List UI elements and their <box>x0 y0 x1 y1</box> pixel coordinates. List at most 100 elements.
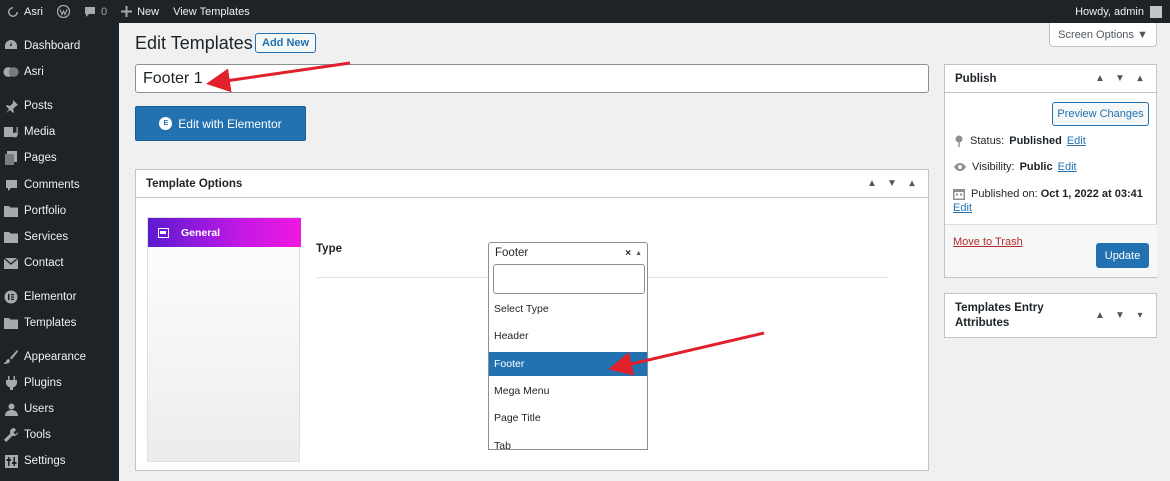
sidebar-item-label: Portfolio <box>24 205 67 217</box>
wordpress-logo-link[interactable] <box>50 0 77 23</box>
screen-options-button[interactable]: Screen Options ▼ <box>1049 23 1157 47</box>
comment-icon <box>3 177 19 193</box>
edit-with-elementor-button[interactable]: E Edit with Elementor <box>135 106 306 141</box>
account-menu[interactable]: Howdy, admin <box>1068 0 1170 23</box>
sidebar-item-services[interactable]: Services <box>0 225 119 249</box>
publish-box: Publish ▲ ▼ ▴ Preview Changes Status: Pu… <box>944 64 1157 278</box>
status-value: Published <box>1009 135 1062 147</box>
dropdown-option[interactable]: Page Title <box>489 406 647 430</box>
tab-general[interactable]: General <box>148 218 301 247</box>
sidebar-item-label: Asri <box>24 66 44 78</box>
elementor-logo-icon: E <box>159 117 173 130</box>
edit-visibility-link[interactable]: Edit <box>1058 161 1077 173</box>
dropdown-option[interactable]: Select Type <box>489 297 647 321</box>
dropdown-option-selected[interactable]: Footer <box>489 352 647 376</box>
box-handles: ▲ ▼ ▴ <box>1092 73 1156 84</box>
toggle-panel-icon[interactable]: ▾ <box>1132 310 1148 321</box>
edit-date-link[interactable]: Edit <box>953 201 972 215</box>
type-label: Type <box>316 243 342 255</box>
published-label: Published on: <box>971 188 1038 200</box>
dropdown-option[interactable]: Mega Menu <box>489 379 647 403</box>
template-options-header: Template Options ▲ ▼ ▴ <box>136 170 928 198</box>
add-new-button[interactable]: Add New <box>255 33 317 53</box>
toggle-panel-icon[interactable]: ▴ <box>904 178 920 189</box>
move-up-icon[interactable]: ▲ <box>864 178 880 189</box>
media-icon <box>3 124 19 140</box>
type-select-value: Footer <box>495 247 529 259</box>
box-handles: ▲ ▼ ▴ <box>864 178 928 189</box>
dropdown-search-input[interactable] <box>493 264 645 294</box>
pin-icon <box>955 135 963 147</box>
caret-up-icon: ▲ <box>635 249 642 257</box>
sidebar-item-appearance[interactable]: Appearance <box>0 345 119 369</box>
type-select[interactable]: Footer × ▲ <box>488 242 648 264</box>
move-up-icon[interactable]: ▲ <box>1092 310 1108 321</box>
update-button[interactable]: Update <box>1096 243 1149 268</box>
template-options-title: Template Options <box>146 177 243 190</box>
sidebar-item-label: Media <box>24 126 56 138</box>
dashboard-icon <box>3 38 19 54</box>
sidebar-item-label: Tools <box>24 429 51 441</box>
mail-icon <box>3 255 19 271</box>
sidebar-item-users[interactable]: Users <box>0 397 119 421</box>
sidebar-item-label: Posts <box>24 100 53 112</box>
brush-icon <box>3 349 19 365</box>
sidebar-item-elementor[interactable]: Elementor <box>0 285 119 309</box>
dropdown-option[interactable]: Tab <box>489 434 647 449</box>
post-title-input[interactable]: Footer 1 <box>135 64 929 93</box>
pages-icon <box>3 150 19 166</box>
sidebar-item-templates[interactable]: Templates <box>0 311 119 335</box>
sidebar-item-posts[interactable]: Posts <box>0 94 119 118</box>
plugin-icon <box>3 375 19 391</box>
sidebar-item-plugins[interactable]: Plugins <box>0 371 119 395</box>
move-down-icon[interactable]: ▼ <box>1112 73 1128 84</box>
folder-icon <box>3 315 19 331</box>
howdy-text: Howdy, admin <box>1075 5 1144 18</box>
visibility-label: Visibility: <box>972 161 1015 173</box>
publish-header: Publish ▲ ▼ ▴ <box>945 65 1156 93</box>
comments-link[interactable]: 0 <box>77 0 114 23</box>
sidebar-item-media[interactable]: Media <box>0 120 119 144</box>
admin-sidebar: Dashboard Asri Posts Media Pages Comment… <box>0 23 119 481</box>
sidebar-item-pages[interactable]: Pages <box>0 146 119 170</box>
wrench-icon <box>3 427 19 443</box>
edit-status-link[interactable]: Edit <box>1067 135 1086 147</box>
move-to-trash-link[interactable]: Move to Trash <box>953 236 1023 248</box>
move-down-icon[interactable]: ▼ <box>1112 310 1128 321</box>
site-icon <box>8 6 18 17</box>
toggle-panel-icon[interactable]: ▴ <box>1132 73 1148 84</box>
sidebar-item-tools[interactable]: Tools <box>0 423 119 447</box>
sidebar-item-label: Plugins <box>24 377 62 389</box>
tab-general-label: General <box>181 226 221 239</box>
comments-count: 0 <box>100 5 108 18</box>
sidebar-item-label: Pages <box>24 152 57 164</box>
move-down-icon[interactable]: ▼ <box>884 178 900 189</box>
sidebar-item-label: Contact <box>24 257 64 269</box>
wordpress-icon <box>56 5 70 18</box>
pin-icon <box>3 98 19 114</box>
move-up-icon[interactable]: ▲ <box>1092 73 1108 84</box>
sidebar-item-portfolio[interactable]: Portfolio <box>0 199 119 223</box>
box-handles: ▲ ▼ ▾ <box>1092 310 1156 321</box>
sidebar-item-comments[interactable]: Comments <box>0 173 119 197</box>
sidebar-item-settings[interactable]: Settings <box>0 449 119 473</box>
preview-changes-button[interactable]: Preview Changes <box>1052 102 1149 126</box>
sidebar-item-dashboard[interactable]: Dashboard <box>0 34 119 58</box>
sidebar-item-asri[interactable]: Asri <box>0 60 119 84</box>
view-templates-link[interactable]: View Templates <box>166 0 257 23</box>
sidebar-item-label: Elementor <box>24 291 77 303</box>
sidebar-item-label: Appearance <box>24 351 87 363</box>
site-name-link[interactable]: Asri <box>0 0 50 23</box>
dropdown-option[interactable]: Header <box>489 324 647 348</box>
publish-title: Publish <box>955 72 997 85</box>
sidebar-item-label: Services <box>24 231 69 243</box>
edit-with-elementor-label: Edit with Elementor <box>178 116 282 131</box>
new-content-link[interactable]: New <box>114 0 166 23</box>
sidebar-item-label: Users <box>24 403 55 415</box>
asri-icon <box>3 64 19 80</box>
clear-selection-icon[interactable]: × <box>625 248 631 259</box>
user-icon <box>3 401 19 417</box>
attributes-box: Templates Entry Attributes ▲ ▼ ▾ <box>944 293 1157 338</box>
template-options-tabs: General <box>147 217 301 462</box>
sidebar-item-contact[interactable]: Contact <box>0 251 119 275</box>
